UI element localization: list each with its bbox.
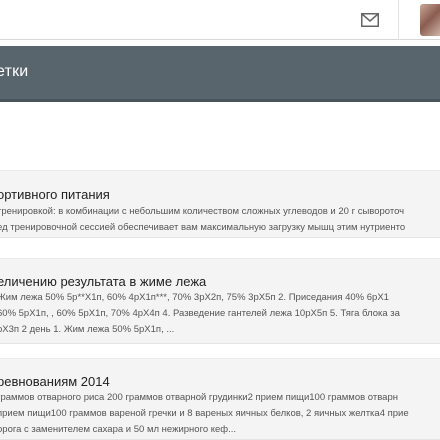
topbar-divider	[398, 0, 399, 40]
post-title[interactable]: еличению результата в жиме лежа	[0, 274, 206, 289]
page-title: етки	[0, 63, 29, 80]
post-excerpt-line: орога с заменителем сахара и 50 мл нежир…	[0, 424, 237, 435]
post-excerpt-line: граммов отварного риса 200 граммов отвар…	[0, 392, 398, 403]
post-excerpt-line: прием пищи100 граммов вареной гречки и 8…	[0, 408, 409, 419]
envelope-icon	[361, 13, 379, 27]
mail-button[interactable]	[358, 10, 382, 30]
post-excerpt-line: Жим лежа 50% 5р**Х1п, 60% 4рХ1п***, 70% …	[0, 292, 389, 303]
page-header	[0, 46, 440, 102]
post-excerpt-line: 60% 5рХ1п, , 60% 5рХ1п, 70% 4рХ4п 4. Раз…	[0, 308, 400, 319]
post-excerpt-line: ед тренировочной сессией обеспечивает ва…	[0, 222, 406, 233]
post-title[interactable]: ортивного питания	[0, 187, 110, 202]
user-avatar[interactable]	[420, 4, 440, 36]
post-excerpt-line: тренировкой: в комбинации с небольшим ко…	[0, 206, 405, 217]
top-bar	[0, 0, 440, 40]
post-excerpt-line: рХ3п 2 день 1. Жим лежа 50% 5рХ1п, ...	[0, 324, 175, 335]
post-title[interactable]: ревнованиям 2014	[0, 374, 110, 389]
